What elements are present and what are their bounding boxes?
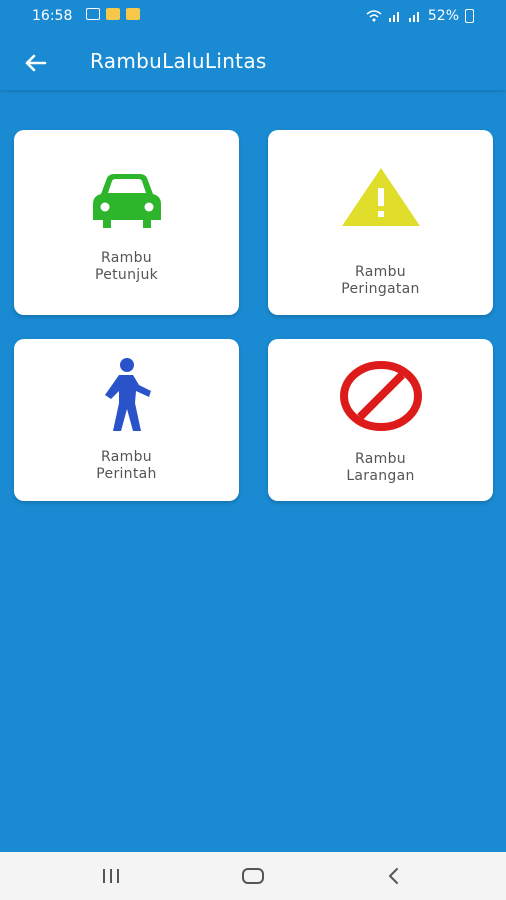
home-icon[interactable]	[239, 864, 267, 888]
warning-icon	[341, 168, 420, 226]
card-label-line1: Rambu	[101, 449, 152, 465]
system-nav-bar	[0, 852, 506, 900]
card-label-line2: Peringatan	[341, 281, 420, 297]
card-label-line1: Rambu	[355, 451, 406, 467]
card-label-line2: Perintah	[96, 466, 157, 482]
card-label: Rambu Larangan	[346, 451, 414, 485]
card-rambu-larangan[interactable]: Rambu Larangan	[268, 339, 493, 501]
battery-percent: 52%	[427, 8, 459, 24]
card-label-line2: Petunjuk	[94, 267, 159, 283]
notification-icons	[86, 8, 140, 20]
app-notification-icon	[126, 8, 140, 20]
car-icon	[92, 174, 161, 228]
card-label: Rambu Petunjuk	[95, 250, 158, 284]
card-rambu-perintah[interactable]: Rambu Perintah	[14, 339, 239, 501]
prohibition-icon	[339, 361, 422, 431]
card-label-line1: Rambu	[355, 264, 406, 280]
image-notification-icon	[86, 8, 100, 20]
battery-icon	[465, 9, 474, 23]
pedestrian-icon	[104, 358, 151, 431]
app-bar: RambuLaluLintas	[0, 34, 506, 90]
card-rambu-peringatan[interactable]: Rambu Peringatan	[268, 130, 493, 315]
app-notification-icon	[106, 8, 120, 20]
signal-icon	[388, 12, 399, 22]
card-label-line2: Larangan	[346, 468, 415, 484]
status-time: 16:58	[32, 8, 73, 24]
page-title: RambuLaluLintas	[90, 49, 267, 73]
back-chevron-icon[interactable]	[380, 864, 408, 888]
recents-icon[interactable]	[97, 864, 125, 888]
card-label: Rambu Perintah	[96, 449, 156, 483]
arrow-left-icon[interactable]	[22, 49, 50, 77]
status-right: 52%	[366, 8, 474, 24]
signal-icon	[408, 12, 419, 22]
card-label-line1: Rambu	[101, 250, 152, 266]
wifi-icon	[366, 10, 382, 22]
card-rambu-petunjuk[interactable]: Rambu Petunjuk	[14, 130, 239, 315]
card-label: Rambu Peringatan	[341, 264, 419, 298]
status-bar: 16:58 52%	[0, 0, 506, 34]
